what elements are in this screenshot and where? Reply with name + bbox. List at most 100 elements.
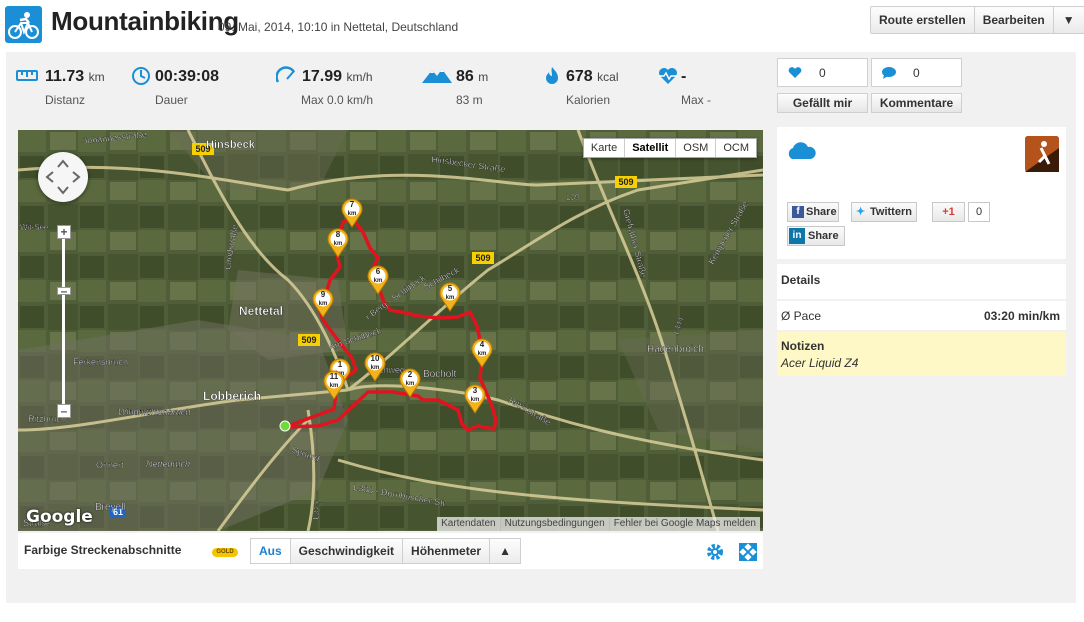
gplus-button[interactable]: +1	[932, 202, 965, 222]
svg-text:509: 509	[301, 335, 316, 345]
clock-icon	[132, 67, 150, 85]
km-marker-number: 9	[320, 290, 326, 299]
twitter-icon: ✦	[856, 206, 866, 218]
map-data-link[interactable]: Kartendaten	[437, 517, 500, 531]
segment-speed-button[interactable]: Geschwindigkeit	[291, 539, 404, 563]
km-marker-unit: km	[373, 278, 383, 284]
header-button-group: Route erstellen Bearbeiten ▼	[870, 6, 1084, 34]
zoom-in-button[interactable]: +	[57, 225, 71, 239]
mountain-icon	[422, 69, 452, 83]
comments-button[interactable]: Kommentare	[871, 93, 962, 113]
km-marker-unit: km	[405, 381, 415, 387]
likes-count: 0	[819, 66, 826, 80]
facebook-share-button[interactable]: f Share	[787, 202, 839, 222]
edit-button[interactable]: Bearbeiten	[975, 7, 1054, 33]
place-label: Bocholt	[423, 369, 457, 380]
cloud-icon	[788, 142, 816, 159]
heart-rate-value: -	[681, 68, 687, 85]
more-dropdown-button[interactable]: ▼	[1054, 7, 1084, 33]
expand-toggle-button[interactable]: ▲	[490, 539, 520, 563]
gold-badge: GOLD	[212, 548, 238, 557]
place-label: Wit-See	[20, 223, 49, 232]
place-label: Lobberich	[203, 389, 261, 403]
km-marker-10[interactable]: 10 km	[364, 352, 386, 382]
segment-elevation-button[interactable]: Höhenmeter	[403, 539, 491, 563]
report-error-link[interactable]: Fehler bei Google Maps melden	[608, 517, 760, 531]
segment-mode-group: Aus Geschwindigkeit Höhenmeter ▲	[250, 538, 522, 564]
km-marker-unit: km	[329, 383, 339, 389]
map-type-osm[interactable]: OSM	[676, 139, 717, 157]
km-marker-number: 2	[407, 370, 413, 379]
km-marker-unit: km	[445, 295, 455, 301]
fullscreen-icon[interactable]	[738, 542, 758, 562]
km-marker-11[interactable]: 11 km	[323, 370, 345, 400]
app-icon	[1025, 136, 1059, 172]
place-label: Breyell	[95, 502, 126, 513]
heart-icon	[788, 67, 802, 78]
gear-icon[interactable]	[705, 542, 725, 562]
notes-box: Notizen Acer Liquid Z4	[777, 332, 1066, 376]
map-type-satellit[interactable]: Satellit	[625, 139, 677, 157]
zoom-slider-handle[interactable]: –	[57, 285, 71, 297]
place-label: Onnert	[96, 460, 124, 470]
segment-color-toolbar: Farbige Streckenabschnitte GOLD Aus Gesc…	[18, 533, 763, 569]
segment-off-button[interactable]: Aus	[251, 539, 291, 563]
place-label: Ferkensbruch	[73, 357, 128, 367]
distance-icon	[16, 70, 38, 81]
distance-value: 11.73	[45, 68, 85, 85]
details-title: Details	[781, 273, 821, 287]
speedometer-icon	[276, 66, 296, 83]
km-marker-6[interactable]: 6 km	[367, 265, 389, 295]
create-route-button[interactable]: Route erstellen	[871, 7, 975, 33]
place-label: Hinsbeck	[206, 139, 256, 151]
place-label: Nettetal	[239, 304, 283, 318]
svg-text:509: 509	[618, 177, 633, 187]
km-marker-3[interactable]: 3 km	[464, 384, 486, 414]
km-marker-5[interactable]: 5 km	[439, 282, 461, 312]
calories-label: Kalorien	[566, 93, 611, 107]
km-marker-number: 5	[447, 284, 453, 293]
km-marker-9[interactable]: 9 km	[312, 288, 334, 318]
zoom-control[interactable]: + – –	[57, 225, 71, 418]
km-marker-number: 10	[370, 354, 380, 363]
route-map[interactable]: 509 509 509 509 61 Hinsbeck Johannesstra…	[18, 130, 763, 531]
max-heart-rate-label: Max -	[681, 93, 711, 107]
km-marker-unit: km	[370, 365, 380, 371]
zoom-out-button[interactable]: –	[57, 404, 71, 418]
stat-distance: 11.73 km Distanz	[16, 66, 126, 112]
linkedin-icon: in	[789, 228, 805, 244]
map-type-karte[interactable]: Karte	[584, 139, 626, 157]
elevation-label: 83 m	[456, 93, 483, 107]
km-marker-number: 4	[479, 340, 485, 349]
linkedin-share-button[interactable]: in Share	[787, 226, 845, 246]
km-marker-8[interactable]: 8 km	[327, 228, 349, 258]
twitter-share-button[interactable]: ✦ Twittern	[851, 202, 917, 222]
km-marker-2[interactable]: 2 km	[399, 368, 421, 398]
stat-duration: 00:39:08 Dauer	[131, 66, 241, 112]
place-label: Nettebruch	[146, 459, 190, 469]
page-title: Mountainbiking	[51, 6, 239, 36]
twitter-share-label: Twittern	[870, 206, 912, 218]
km-marker-unit: km	[347, 211, 357, 217]
like-button[interactable]: Gefällt mir	[777, 93, 868, 113]
km-marker-4[interactable]: 4 km	[471, 338, 493, 368]
road-shield: 509	[298, 334, 320, 346]
duration-value: 00:39:08	[155, 68, 220, 85]
map-pan-control[interactable]	[38, 152, 88, 202]
satellite-map-canvas: 509 509 509 509 61 Hinsbeck Johannesstra…	[18, 130, 763, 531]
km-marker-number: 3	[472, 386, 478, 395]
start-point-icon	[279, 420, 291, 432]
gplus-count: 0	[968, 202, 990, 222]
notes-text: Acer Liquid Z4	[781, 356, 859, 370]
stat-elevation: 86 m 83 m	[422, 66, 512, 112]
facebook-share-label: Share	[806, 206, 837, 218]
heart-rate-icon	[659, 68, 677, 84]
duration-label: Dauer	[155, 93, 188, 107]
terms-link[interactable]: Nutzungsbedingungen	[499, 517, 609, 531]
cycling-icon	[5, 6, 42, 43]
road-shield: 509	[615, 176, 637, 188]
map-type-ocm[interactable]: OCM	[716, 139, 756, 157]
road-shield: 509	[472, 252, 494, 264]
km-marker-7[interactable]: 7 km	[341, 198, 363, 228]
details-header: Details	[777, 264, 1066, 299]
